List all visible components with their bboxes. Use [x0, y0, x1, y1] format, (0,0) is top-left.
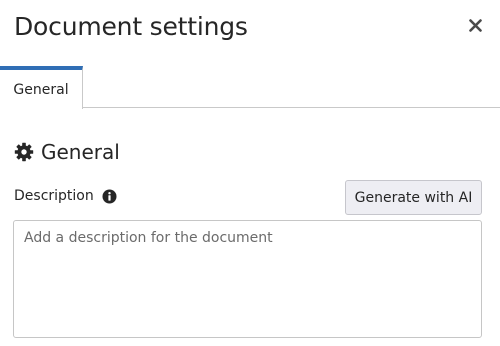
dialog-title: Document settings	[14, 12, 248, 41]
generate-with-ai-button[interactable]: Generate with AI	[345, 180, 482, 215]
close-icon	[468, 18, 482, 32]
close-button[interactable]	[464, 14, 486, 36]
section-heading: General	[14, 140, 120, 164]
description-label-row: Description	[14, 188, 117, 204]
gear-icon	[14, 142, 34, 162]
description-textarea[interactable]	[13, 220, 482, 338]
info-icon[interactable]	[102, 189, 117, 204]
tab-general[interactable]: General	[0, 66, 83, 109]
document-settings-dialog: Document settings General General Descri…	[0, 0, 500, 346]
tab-bar: General	[0, 66, 500, 109]
tab-general-label: General	[13, 81, 69, 98]
section-heading-label: General	[41, 140, 120, 164]
description-label: Description	[14, 188, 94, 204]
